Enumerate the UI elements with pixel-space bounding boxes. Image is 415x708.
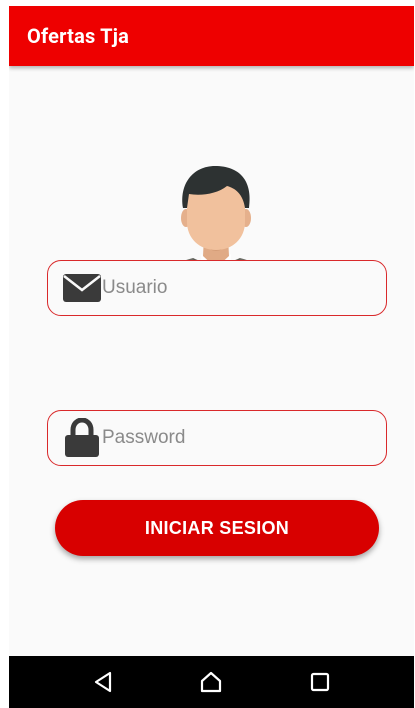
username-field[interactable] [47, 260, 387, 316]
app-title: Ofertas Tja [27, 24, 130, 48]
password-input[interactable] [102, 418, 362, 458]
lock-icon [62, 418, 102, 458]
back-icon[interactable] [83, 662, 123, 702]
app-bar: Ofertas Tja [9, 6, 414, 66]
app-screen: Ofertas Tja Usuario INICIAR SESION [9, 6, 414, 708]
password-field[interactable] [47, 410, 387, 466]
username-input[interactable] [102, 268, 362, 308]
recents-icon[interactable] [300, 662, 340, 702]
mail-icon [62, 268, 102, 308]
system-nav-bar [9, 656, 414, 708]
home-icon[interactable] [191, 662, 231, 702]
login-button[interactable]: INICIAR SESION [55, 500, 379, 556]
